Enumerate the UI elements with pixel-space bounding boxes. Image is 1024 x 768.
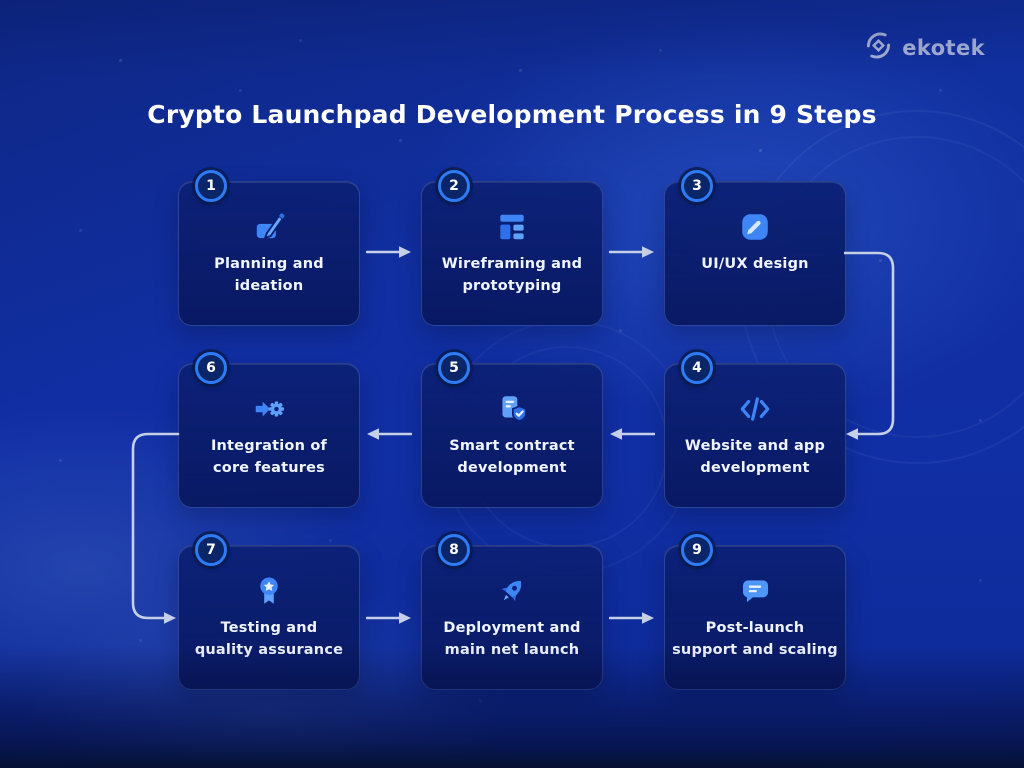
step-badge-5: 5	[438, 352, 470, 384]
step-label: Wireframing andprototyping	[442, 253, 583, 297]
step-card-5: 5 Smart contractdevelopment	[421, 363, 603, 508]
arrow-left-icon	[366, 427, 412, 441]
step-badge-3: 3	[681, 170, 713, 202]
step-label: Testing andquality assurance	[195, 617, 343, 661]
step-label: Post-launchsupport and scaling	[672, 617, 838, 661]
integration-gear-icon	[252, 391, 286, 426]
star-dots-decoration	[0, 0, 1, 1]
step-card-3: 3 UI/UX design	[664, 181, 846, 326]
code-icon	[737, 391, 773, 426]
connector-right-down-icon	[844, 245, 902, 445]
connector-left-down-icon	[126, 426, 182, 628]
step-number: 7	[206, 542, 216, 558]
contract-shield-icon	[495, 391, 529, 426]
ekotek-logo-icon	[864, 31, 893, 64]
step-card-4: 4 Website and appdevelopment	[664, 363, 846, 508]
step-number: 6	[206, 360, 216, 376]
step-number: 9	[692, 542, 702, 558]
step-badge-9: 9	[681, 534, 713, 566]
step-number: 4	[692, 360, 702, 376]
award-medal-icon	[252, 573, 286, 608]
step-card-8: 8 Deployment andmain net launch	[421, 545, 603, 690]
step-card-9: 9 Post-launchsupport and scaling	[664, 545, 846, 690]
step-number: 5	[449, 360, 459, 376]
step-badge-6: 6	[195, 352, 227, 384]
page-title: Crypto Launchpad Development Process in …	[0, 100, 1024, 129]
step-label: Integration ofcore features	[211, 435, 327, 479]
step-number: 3	[692, 178, 702, 194]
pen-board-icon	[252, 209, 286, 244]
arrow-left-icon	[609, 427, 655, 441]
wireframe-layout-icon	[495, 209, 529, 244]
design-pen-icon	[738, 209, 772, 244]
chat-bubble-icon	[738, 573, 772, 608]
step-badge-2: 2	[438, 170, 470, 202]
arrow-right-icon	[609, 611, 655, 625]
arrow-right-icon	[609, 245, 655, 259]
step-card-6: 6 Integration ofcore features	[178, 363, 360, 508]
brand-logo: ekotek	[864, 31, 985, 64]
step-card-7: 7 Testing andquality assurance	[178, 545, 360, 690]
step-card-1: 1 Planning andideation	[178, 181, 360, 326]
step-badge-7: 7	[195, 534, 227, 566]
step-label: Smart contractdevelopment	[449, 435, 575, 479]
step-badge-4: 4	[681, 352, 713, 384]
arrow-right-icon	[366, 245, 412, 259]
step-number: 8	[449, 542, 459, 558]
step-badge-1: 1	[195, 170, 227, 202]
arrow-right-icon	[366, 611, 412, 625]
step-number: 1	[206, 178, 216, 194]
step-label: Deployment andmain net launch	[443, 617, 580, 661]
step-label: Planning andideation	[214, 253, 324, 297]
step-card-2: 2 Wireframing andprototyping	[421, 181, 603, 326]
step-badge-8: 8	[438, 534, 470, 566]
rocket-icon	[495, 573, 529, 608]
step-number: 2	[449, 178, 459, 194]
step-label: Website and appdevelopment	[685, 435, 825, 479]
brand-name: ekotek	[902, 36, 985, 60]
step-label: UI/UX design	[701, 253, 808, 275]
